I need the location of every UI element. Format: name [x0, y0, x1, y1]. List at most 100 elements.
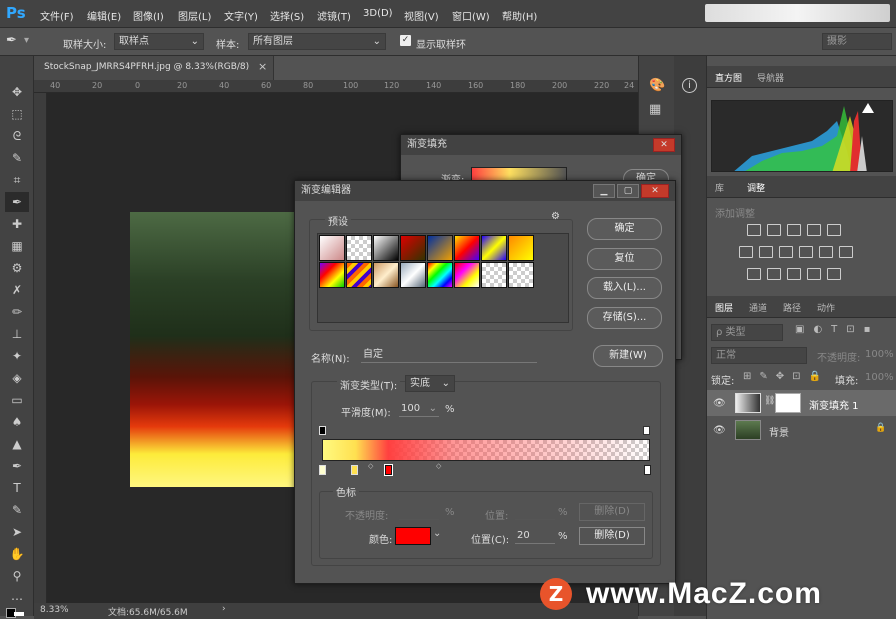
gradient-type-select[interactable]: 实底 ⌄ [405, 375, 455, 392]
lasso-tool-icon[interactable]: ᘓ [5, 126, 29, 146]
bandage-tool-icon[interactable]: ▦ [5, 236, 29, 256]
stop-color-swatch[interactable] [395, 527, 431, 545]
preset-swatch[interactable] [319, 235, 345, 261]
midpoint-diamond[interactable]: ◇ [436, 462, 441, 470]
preset-swatch[interactable] [454, 235, 480, 261]
opacity-stop-left[interactable] [319, 426, 326, 435]
brush-tool-icon[interactable]: ✏ [5, 302, 29, 322]
preset-swatch[interactable] [373, 262, 399, 288]
name-input[interactable]: 自定 [361, 347, 537, 363]
lock-icons[interactable]: ⊞✎✥⊡🔒 [743, 371, 829, 382]
pen-tool-icon[interactable]: ✒ [5, 456, 29, 476]
channel-mixer-icon[interactable] [819, 246, 833, 258]
zoom-level[interactable]: 8.33% [40, 605, 69, 615]
close-icon[interactable]: ✕ [641, 184, 669, 198]
gradient-map-icon[interactable] [807, 268, 821, 280]
preset-swatch[interactable] [508, 235, 534, 261]
gradient-tool-icon[interactable]: ▭ [5, 390, 29, 410]
preset-swatch[interactable] [481, 262, 507, 288]
blur-tool-icon[interactable]: ♠ [5, 412, 29, 432]
smoothness-input[interactable]: 100 ⌄ [399, 401, 439, 417]
exposure-icon[interactable] [807, 224, 821, 236]
status-menu-arrow[interactable]: › [222, 604, 226, 614]
save-button[interactable]: 存储(S)... [587, 307, 662, 329]
preset-swatch[interactable] [481, 235, 507, 261]
history-brush-tool-icon[interactable]: ✗ [5, 280, 29, 300]
opacity-stop-right[interactable] [643, 426, 650, 435]
preset-swatch[interactable] [454, 262, 480, 288]
preset-swatch[interactable] [400, 235, 426, 261]
stamp-tool-icon[interactable]: ⊥ [5, 324, 29, 344]
tab-adjustments[interactable]: 调整 [747, 181, 765, 194]
workspace-select[interactable]: 摄影 [822, 33, 892, 50]
color-stop[interactable] [644, 465, 651, 475]
menu-view[interactable]: 视图(V) [404, 8, 439, 23]
preset-swatch[interactable] [346, 262, 372, 288]
reset-button[interactable]: 复位 [587, 248, 662, 270]
move-tool-icon[interactable]: ✥ [5, 82, 29, 102]
crop-tool-icon[interactable]: ⌗ [5, 170, 29, 190]
preset-swatch[interactable] [373, 235, 399, 261]
menu-layer[interactable]: 图层(L) [178, 8, 211, 23]
healing-brush-tool-icon[interactable]: ✚ [5, 214, 29, 234]
menu-filter[interactable]: 滤镜(T) [317, 8, 351, 23]
menu-type[interactable]: 文字(Y) [224, 8, 258, 23]
curves-icon[interactable] [787, 224, 801, 236]
preset-swatch[interactable] [427, 262, 453, 288]
layer-filter-select[interactable]: ρ 类型 [711, 324, 783, 341]
hue-icon[interactable] [739, 246, 753, 258]
gear-icon[interactable]: ⚙ [551, 211, 560, 222]
posterize-icon[interactable] [767, 268, 781, 280]
maximize-icon[interactable]: ▢ [617, 184, 639, 198]
dodge-tool-icon[interactable]: ▲ [5, 434, 29, 454]
photo-filter-icon[interactable] [799, 246, 813, 258]
tab-channels[interactable]: 通道 [749, 301, 767, 314]
document-tab[interactable]: StockSnap_JMRRS4PFRH.jpg @ 8.33%(RGB/8) … [34, 56, 274, 80]
chevron-down-icon[interactable]: ⌄ [433, 528, 441, 539]
selective-color-icon[interactable] [827, 268, 841, 280]
direct-select-tool-icon[interactable]: ➤ [5, 522, 29, 542]
menu-file[interactable]: 文件(F) [40, 8, 74, 23]
show-ring-checkbox[interactable]: ✓ [400, 35, 411, 46]
balance-icon[interactable] [759, 246, 773, 258]
clone-stamp-tool-icon[interactable]: ⚙ [5, 258, 29, 278]
menu-help[interactable]: 帮助(H) [502, 8, 537, 23]
document-image[interactable] [130, 212, 300, 487]
ok-button[interactable]: 确定 [587, 218, 662, 240]
chevron-down-icon[interactable]: ▾ [24, 35, 29, 46]
quick-select-tool-icon[interactable]: ✎ [5, 148, 29, 168]
delete-color-stop-button[interactable]: 删除(D) [579, 527, 645, 545]
load-button[interactable]: 载入(L)... [587, 277, 662, 299]
opacity-value[interactable]: 100% [865, 349, 894, 360]
color-stop[interactable] [319, 465, 326, 475]
hand-tool-icon[interactable]: ✋ [5, 544, 29, 564]
layer-gradient-fill[interactable]: 👁 ⛓ 渐变填充 1 [707, 390, 896, 416]
tab-histogram[interactable]: 直方图 [715, 71, 742, 84]
eyedropper-tool-icon[interactable]: ✒ [5, 192, 29, 212]
info-icon[interactable]: i [682, 78, 697, 93]
art-history-tool-icon[interactable]: ✦ [5, 346, 29, 366]
color-stop-selected[interactable] [384, 464, 393, 476]
preset-swatch[interactable] [319, 262, 345, 288]
color-stop[interactable] [351, 465, 358, 475]
type-tool-icon[interactable]: T [5, 478, 29, 498]
sample-select[interactable]: 所有图层 ⌄ [248, 33, 386, 50]
blend-mode-select[interactable]: 正常 [711, 347, 807, 364]
grid-icon[interactable]: ▦ [649, 102, 661, 117]
threshold-icon[interactable] [787, 268, 801, 280]
tab-actions[interactable]: 动作 [817, 301, 835, 314]
eraser-tool-icon[interactable]: ◈ [5, 368, 29, 388]
tab-paths[interactable]: 路径 [783, 301, 801, 314]
fill-value[interactable]: 100% [865, 372, 894, 383]
bw-icon[interactable] [779, 246, 793, 258]
close-document-icon[interactable]: × [258, 60, 267, 73]
preset-swatch[interactable] [346, 235, 372, 261]
new-button[interactable]: 新建(W) [593, 345, 663, 367]
eyedropper-icon[interactable]: ✒ [6, 33, 17, 48]
minimize-icon[interactable]: ▁ [593, 184, 615, 198]
zoom-tool-icon[interactable]: ⚲ [5, 566, 29, 586]
marquee-tool-icon[interactable]: ⬚ [5, 104, 29, 124]
menu-edit[interactable]: 编辑(E) [87, 8, 121, 23]
sample-size-select[interactable]: 取样点 ⌄ [114, 33, 204, 50]
gradient-bar[interactable] [322, 439, 650, 461]
